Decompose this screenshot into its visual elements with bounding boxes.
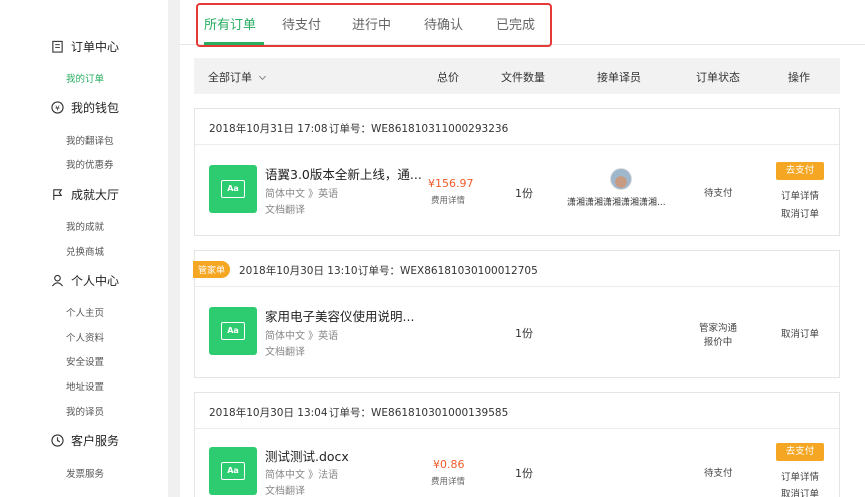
col-action: 操作 bbox=[788, 71, 810, 84]
tabs-highlight-box bbox=[196, 3, 552, 47]
sidebar-item-profile[interactable]: 个人资料 bbox=[66, 330, 104, 344]
sidebar-section-label: 个人中心 bbox=[71, 274, 120, 288]
sidebar-item-my-orders[interactable]: 我的订单 bbox=[66, 71, 104, 85]
sidebar: 订单中心 我的订单 ¥ 我的钱包 我的翻译包 我的优惠券 成就大厅 我的成就 兑… bbox=[0, 0, 168, 497]
order-card: 2018年10月30日 13:04 订单号：WE8618103010001395… bbox=[194, 392, 840, 497]
table-header: 全部订单 总价 文件数量 接单译员 订单状态 操作 bbox=[194, 58, 840, 94]
pay-button[interactable]: 去支付 bbox=[776, 162, 824, 180]
col-total: 总价 bbox=[437, 71, 459, 84]
clock-icon bbox=[50, 434, 64, 448]
all-orders-filter[interactable]: 全部订单 bbox=[208, 69, 267, 85]
yen-icon: ¥ bbox=[50, 101, 64, 115]
document-icon: Aa bbox=[209, 165, 257, 213]
translator-name[interactable]: 潇湘潇湘潇湘潇湘潇湘... bbox=[567, 195, 666, 208]
order-price: ¥0.86 bbox=[433, 458, 465, 471]
order-card-header: 2018年10月30日 13:04 订单号：WE8618103010001395… bbox=[195, 393, 839, 429]
order-status: 管家沟通 报价中 bbox=[699, 323, 738, 348]
order-title[interactable]: 家用电子美容仪使用说明... bbox=[265, 306, 414, 325]
sidebar-item-my-achievements[interactable]: 我的成就 bbox=[66, 219, 104, 233]
file-count: 1份 bbox=[515, 327, 533, 340]
sidebar-item-homepage[interactable]: 个人主页 bbox=[66, 305, 104, 319]
order-category: 文档翻译 bbox=[265, 347, 305, 358]
col-translator: 接单译员 bbox=[597, 71, 641, 84]
flag-icon bbox=[50, 188, 64, 202]
order-title[interactable]: 语翼3.0版本全新上线，通... bbox=[265, 164, 422, 183]
language-pair: 简体中文 》法语 bbox=[265, 470, 339, 481]
butler-order-badge: 管家单 bbox=[193, 261, 231, 278]
order-details-link[interactable]: 订单详情 bbox=[781, 469, 819, 483]
cancel-order-link[interactable]: 取消订单 bbox=[781, 486, 819, 497]
cancel-order-link[interactable]: 取消订单 bbox=[781, 326, 819, 340]
sidebar-item-translation-pack[interactable]: 我的翻译包 bbox=[66, 133, 114, 147]
sidebar-item-exchange-mall[interactable]: 兑换商城 bbox=[66, 244, 104, 258]
sidebar-item-address[interactable]: 地址设置 bbox=[66, 379, 104, 393]
order-title[interactable]: 测试测试.docx bbox=[265, 446, 349, 465]
sidebar-section-personal-center[interactable]: 个人中心 bbox=[50, 272, 119, 289]
col-file-count: 文件数量 bbox=[501, 71, 545, 84]
order-number: 订单号：WEX86181030100012705 bbox=[358, 265, 538, 277]
order-number: 订单号：WE861810301000139585 bbox=[329, 407, 509, 419]
order-card: 2018年10月31日 17:08 订单号：WE8618103110002932… bbox=[194, 108, 840, 236]
order-category: 文档翻译 bbox=[265, 205, 305, 216]
cancel-order-link[interactable]: 取消订单 bbox=[781, 206, 819, 220]
order-date: 2018年10月31日 17:08 bbox=[209, 123, 328, 135]
order-status: 待支付 bbox=[704, 468, 733, 479]
file-count: 1份 bbox=[515, 187, 533, 200]
pay-button[interactable]: 去支付 bbox=[776, 443, 824, 461]
order-card-header: 2018年10月31日 17:08 订单号：WE8618103110002932… bbox=[195, 109, 839, 145]
file-count: 1份 bbox=[515, 467, 533, 480]
sidebar-section-order-center[interactable]: 订单中心 bbox=[50, 38, 119, 55]
order-card-header: 管家单 2018年10月30日 13:10 订单号：WEX86181030100… bbox=[193, 251, 839, 287]
document-icon: Aa bbox=[209, 307, 257, 355]
sidebar-item-security[interactable]: 安全设置 bbox=[66, 354, 104, 368]
order-details-link[interactable]: 订单详情 bbox=[781, 188, 819, 202]
sidebar-item-invoice[interactable]: 发票服务 bbox=[66, 466, 104, 480]
sidebar-section-label: 我的钱包 bbox=[71, 101, 120, 115]
order-date: 2018年10月30日 13:10 bbox=[239, 265, 358, 277]
order-price: ¥156.97 bbox=[428, 177, 474, 190]
sidebar-section-label: 订单中心 bbox=[71, 40, 120, 54]
language-pair: 简体中文 》英语 bbox=[265, 189, 339, 200]
sidebar-section-label: 客户服务 bbox=[71, 434, 120, 448]
main-panel: 所有订单 待支付 进行中 待确认 已完成 全部订单 总价 文件数量 接单译员 订… bbox=[180, 0, 865, 497]
document-icon: Aa bbox=[209, 447, 257, 495]
sidebar-section-customer-service[interactable]: 客户服务 bbox=[50, 432, 119, 449]
col-status: 订单状态 bbox=[696, 71, 740, 84]
sidebar-section-achievements[interactable]: 成就大厅 bbox=[50, 186, 119, 203]
fee-details-link[interactable]: 费用详情 bbox=[431, 475, 465, 487]
order-date: 2018年10月30日 13:04 bbox=[209, 407, 328, 419]
fee-details-link[interactable]: 费用详情 bbox=[431, 194, 465, 206]
sidebar-item-coupons[interactable]: 我的优惠券 bbox=[66, 157, 114, 171]
sidebar-section-label: 成就大厅 bbox=[71, 188, 120, 202]
order-card: 管家单 2018年10月30日 13:10 订单号：WEX86181030100… bbox=[193, 250, 840, 378]
order-category: 文档翻译 bbox=[265, 486, 305, 497]
person-icon bbox=[50, 274, 64, 288]
sidebar-section-wallet[interactable]: ¥ 我的钱包 bbox=[50, 99, 119, 116]
sidebar-item-my-translators[interactable]: 我的译员 bbox=[66, 404, 104, 418]
clipboard-icon bbox=[50, 40, 64, 54]
order-status: 待支付 bbox=[704, 188, 733, 199]
avatar bbox=[610, 168, 632, 190]
svg-text:¥: ¥ bbox=[55, 103, 60, 112]
order-number: 订单号：WE861810311000293236 bbox=[329, 123, 509, 135]
language-pair: 简体中文 》英语 bbox=[265, 331, 339, 342]
chevron-down-icon bbox=[258, 72, 267, 81]
